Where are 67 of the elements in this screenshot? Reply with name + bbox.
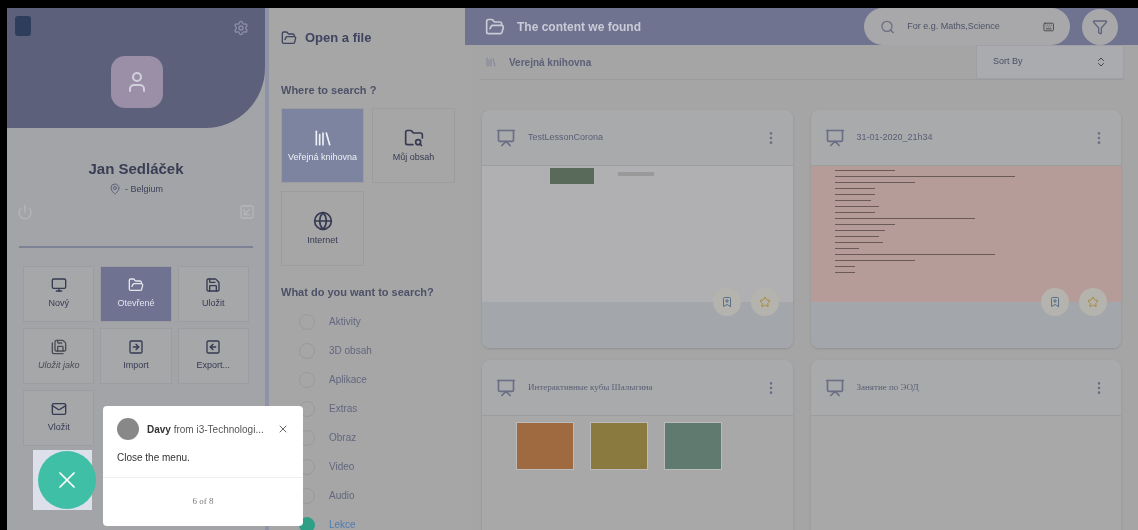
star-icon	[1087, 296, 1099, 308]
bookmark-icon	[720, 296, 733, 308]
step-counter: 6 of 8	[192, 495, 214, 509]
header-title: The content we found	[517, 18, 641, 36]
menu-tile[interactable]: Export...	[177, 328, 249, 384]
filter-icon	[1092, 18, 1108, 35]
type-radio[interactable]: Aktivity	[299, 312, 465, 331]
filter-button[interactable]	[1082, 8, 1118, 45]
lesson-icon	[496, 377, 516, 398]
location-label: Verejná knihovna	[509, 55, 593, 70]
menu-tile[interactable]: Nový	[23, 266, 95, 322]
thumbnail-image	[550, 168, 594, 184]
star-icon	[758, 296, 771, 308]
bookmark-icon	[1049, 296, 1061, 308]
content-card[interactable]: 31-01-2020_21h34	[810, 110, 1121, 348]
search-input[interactable]: For e.g. Maths,Science	[907, 19, 1031, 34]
menu-tile[interactable]: Import	[100, 328, 172, 384]
source-icon	[403, 128, 424, 148]
content-card[interactable]: Занятие по ЭОД	[810, 360, 1121, 530]
cube-photo-placeholder	[664, 422, 722, 470]
panel-title: Open a file	[305, 29, 372, 47]
settings-icon[interactable]	[233, 20, 249, 36]
menu-tile[interactable]: Vložit	[23, 390, 95, 446]
type-radio[interactable]: Aplikace	[299, 370, 465, 389]
logo	[15, 16, 31, 36]
cube-photo-placeholder	[590, 422, 648, 470]
content-card[interactable]: Интерактивные кубы Шалыгина	[482, 360, 793, 530]
source-tile[interactable]: Můj obsah	[372, 108, 455, 183]
section-heading: What do you want to search?	[281, 285, 435, 300]
cube-photo-placeholder	[516, 422, 574, 470]
user-location: - Belgium	[125, 182, 163, 196]
menu-tile-icon	[50, 401, 67, 418]
avatar	[117, 418, 139, 440]
menu-tile[interactable]: Uložit	[177, 266, 249, 322]
menu-tile-icon	[50, 339, 67, 356]
card-title: TestLessonCorona	[528, 130, 605, 144]
lesson-icon	[824, 377, 845, 398]
search-icon	[880, 18, 896, 35]
sort-select[interactable]: Sort By	[976, 45, 1124, 79]
user-name: Jan Sedláček	[88, 159, 184, 179]
card-title: Занятие по ЭОД	[856, 380, 920, 394]
keyboard-icon[interactable]	[1042, 20, 1054, 33]
source-tile[interactable]: Veřejná knihovna	[281, 108, 364, 183]
menu-tile-icon	[128, 277, 144, 294]
card-title: Интерактивные кубы Шалыгина	[528, 380, 654, 394]
content-card[interactable]: TestLessonCorona	[482, 110, 793, 348]
updown-icon	[1095, 56, 1107, 68]
source-icon	[312, 211, 333, 231]
folder-icon	[485, 16, 505, 37]
source-tile[interactable]: Internet	[281, 191, 364, 266]
menu-tile-icon	[50, 277, 67, 294]
card-title: 31-01-2020_21h34	[856, 130, 934, 144]
library-icon	[485, 56, 497, 68]
folder-icon	[281, 29, 297, 46]
menu-tile-icon	[128, 339, 144, 356]
tooltip-author: Davy from i3-Technologi...	[147, 422, 264, 437]
type-radio[interactable]: 3D obsah	[299, 341, 465, 360]
tooltip-message: Close the menu.	[116, 451, 191, 465]
close-icon[interactable]	[277, 423, 289, 435]
menu-tile[interactable]: Otevřené	[100, 266, 172, 322]
section-heading: Where to search ?	[281, 82, 378, 98]
avatar	[111, 56, 163, 108]
lesson-icon	[824, 127, 845, 148]
lesson-icon	[496, 127, 516, 148]
menu-tile-icon	[205, 339, 222, 356]
location-icon	[109, 183, 121, 196]
menu-tile-icon	[205, 277, 222, 294]
